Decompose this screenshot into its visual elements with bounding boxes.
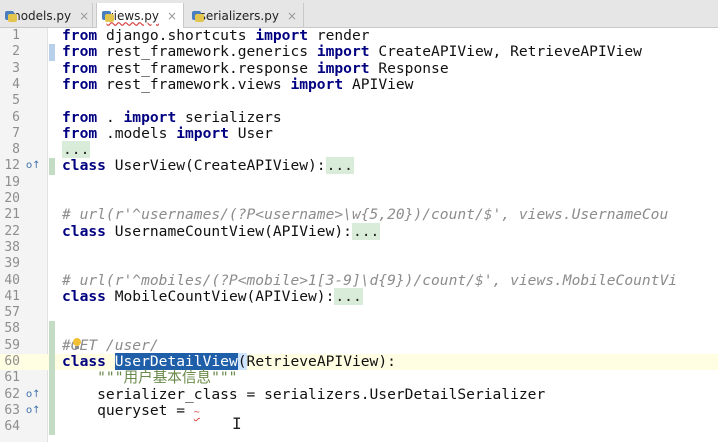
override-gutter-icon[interactable]: o↑ xyxy=(26,160,41,172)
vcs-change-marker[interactable] xyxy=(49,44,55,61)
line-number: 64 xyxy=(4,419,20,435)
line-number: 40 xyxy=(4,272,20,288)
code-text[interactable]: from django.shortcuts import render xyxy=(62,27,370,44)
code-line: 63 o↑ queryset = ~ xyxy=(0,402,718,420)
vcs-change-marker[interactable] xyxy=(49,370,55,387)
vcs-change-marker[interactable] xyxy=(49,158,55,175)
code-line: 8 ... xyxy=(0,141,718,159)
code-line: 6 from . import serializers xyxy=(0,109,718,126)
code-line: 21 # url(r'^usernames/(?P<username>\w{5,… xyxy=(0,206,718,223)
folded-region[interactable]: ... xyxy=(62,141,91,159)
vcs-change-marker[interactable] xyxy=(49,354,55,371)
code-text[interactable]: ... xyxy=(62,141,91,159)
tab-label: serializers.py xyxy=(199,8,279,23)
close-icon[interactable]: × xyxy=(287,9,297,23)
code-line: 62 o↑ serializer_class = serializers.Use… xyxy=(0,386,718,403)
code-text[interactable]: from .models import User xyxy=(62,125,273,142)
matched-bracket: ( xyxy=(237,353,247,370)
folded-region[interactable]: ... xyxy=(334,287,363,305)
python-file-icon xyxy=(192,10,203,22)
code-line: 7 from .models import User xyxy=(0,125,718,142)
line-number: 8 xyxy=(12,142,20,158)
line-number: 38 xyxy=(4,239,20,255)
code-line: 38 xyxy=(0,240,718,256)
vcs-change-marker[interactable] xyxy=(49,321,55,338)
code-line: 61 """用户基本信息""" xyxy=(0,369,718,387)
code-line: 41 class MobileCountView(APIView):... xyxy=(0,287,718,305)
code-text[interactable]: class UsernameCountView(APIView):... xyxy=(62,222,381,240)
code-line: 4 from rest_framework.views import APIVi… xyxy=(0,76,718,93)
code-line: 3 from rest_framework.response import Re… xyxy=(0,60,718,77)
line-number: 1 xyxy=(12,28,20,43)
line-number: 57 xyxy=(4,305,20,321)
code-text[interactable]: class UserDetailView(RetrieveAPIView): xyxy=(62,353,396,370)
vcs-change-marker[interactable] xyxy=(49,337,55,354)
override-gutter-icon[interactable]: o↑ xyxy=(26,405,41,417)
line-number: 7 xyxy=(12,125,20,141)
code-line: 39 xyxy=(0,256,718,272)
folded-region[interactable]: ... xyxy=(325,157,354,175)
code-line: 57 xyxy=(0,305,718,321)
code-comment[interactable]: # url(r'^mobiles/(?P<mobile>1[3-9]\d{9})… xyxy=(62,272,677,289)
tab-views-py[interactable]: views.py × xyxy=(96,3,184,28)
line-number: 20 xyxy=(4,191,20,206)
code-line: 5 xyxy=(0,93,718,109)
code-text[interactable]: from rest_framework.response import Resp… xyxy=(62,60,449,77)
code-line: 20 xyxy=(0,191,718,207)
line-number: 5 xyxy=(12,93,20,109)
line-number: 59 xyxy=(4,337,20,353)
line-number: 4 xyxy=(12,76,20,92)
editor-tab-bar: models.py × views.py × serializers.py × xyxy=(0,0,718,28)
close-icon[interactable]: × xyxy=(167,9,177,23)
code-text[interactable]: serializer_class = serializers.UserDetai… xyxy=(62,386,545,403)
folded-region[interactable]: ... xyxy=(351,222,381,240)
error-squiggle: ~ xyxy=(193,406,200,418)
tab-label: models.py xyxy=(9,8,72,23)
code-text[interactable]: from rest_framework.views import APIView xyxy=(62,76,413,93)
code-text[interactable]: from rest_framework.generics import Crea… xyxy=(62,44,642,60)
code-line: 59 #GET /user/ xyxy=(0,337,718,354)
code-line: 19 xyxy=(0,175,718,191)
tab-label: views.py xyxy=(106,8,159,23)
code-line: 1 from django.shortcuts import render xyxy=(0,27,718,44)
vcs-change-marker[interactable] xyxy=(49,386,55,403)
vcs-change-marker[interactable] xyxy=(49,419,55,436)
line-number: 61 xyxy=(4,370,20,386)
line-number: 3 xyxy=(12,60,20,76)
code-text[interactable]: class UserView(CreateAPIView):... xyxy=(62,157,354,175)
code-line: 40 # url(r'^mobiles/(?P<mobile>1[3-9]\d{… xyxy=(0,272,718,289)
line-number: 62 xyxy=(4,386,20,402)
line-number: 39 xyxy=(4,256,20,272)
override-gutter-icon[interactable]: o↑ xyxy=(26,389,41,401)
line-number: 60 xyxy=(4,354,20,369)
code-line: 22 class UsernameCountView(APIView):... xyxy=(0,222,718,240)
tab-models-py[interactable]: models.py × xyxy=(0,3,93,28)
code-line: 12 o↑ class UserView(CreateAPIView):... xyxy=(0,157,718,175)
line-number: 63 xyxy=(4,402,20,418)
close-icon[interactable]: × xyxy=(79,9,89,23)
line-number: 2 xyxy=(12,44,20,60)
code-comment[interactable]: # url(r'^usernames/(?P<username>\w{5,20}… xyxy=(62,206,668,223)
code-editor[interactable]: 1 from django.shortcuts import render 2 … xyxy=(0,27,718,442)
code-line: 2 from rest_framework.generics import Cr… xyxy=(0,44,718,61)
line-number: 19 xyxy=(4,174,20,190)
code-text[interactable]: class MobileCountView(APIView):... xyxy=(62,287,363,305)
current-code-line: 60 class UserDetailView(RetrieveAPIView)… xyxy=(0,353,718,371)
line-number: 41 xyxy=(4,288,20,304)
vcs-change-marker[interactable] xyxy=(49,402,55,420)
code-docstring[interactable]: """用户基本信息""" xyxy=(62,369,237,386)
code-line: 64 xyxy=(0,419,718,436)
text-cursor-icon: I xyxy=(232,414,242,433)
line-number: 21 xyxy=(4,207,20,223)
line-number: 12 xyxy=(4,158,20,174)
code-line: 58 xyxy=(0,321,718,338)
intention-bulb-icon[interactable] xyxy=(72,338,82,350)
tab-serializers-py[interactable]: serializers.py × xyxy=(187,3,304,28)
line-number: 58 xyxy=(4,321,20,337)
line-number: 6 xyxy=(12,109,20,125)
line-number: 22 xyxy=(4,223,20,239)
selected-text[interactable]: UserDetailView xyxy=(114,353,238,370)
code-text[interactable]: from . import serializers xyxy=(62,109,282,126)
python-file-icon xyxy=(102,10,109,22)
